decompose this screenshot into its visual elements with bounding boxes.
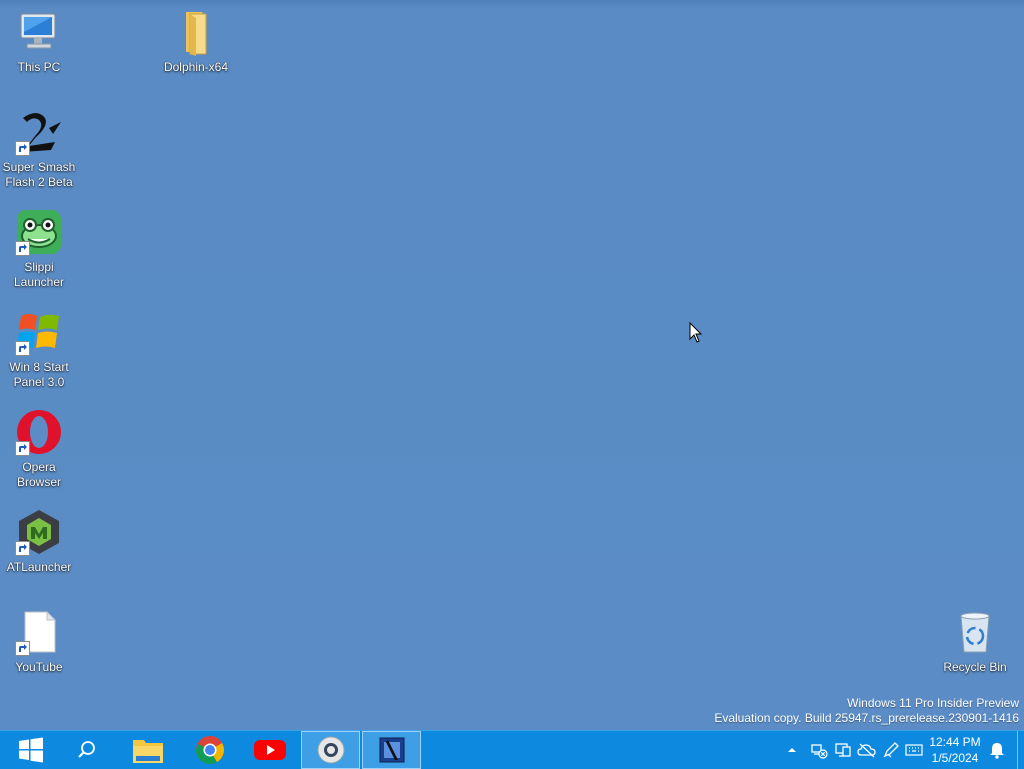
taskbar-youtube[interactable] — [240, 731, 300, 769]
desktop-icon-label: Opera Browser — [16, 460, 61, 489]
start-icon — [19, 737, 43, 763]
tray-pen[interactable] — [880, 731, 902, 769]
taskbar-chrome[interactable] — [180, 731, 240, 769]
shortcut-arrow-icon — [15, 641, 30, 656]
notification-button[interactable] — [986, 731, 1008, 769]
desktop-icon-dolphin[interactable]: Dolphin-x64 — [158, 8, 234, 75]
clock-time: 12:44 PM — [929, 735, 981, 749]
pen-icon — [883, 742, 899, 758]
watermark-build: Evaluation copy. Build 25947.rs_prerelea… — [714, 711, 1019, 725]
desktop-icon-label: YouTube — [15, 660, 63, 674]
show-desktop-button[interactable] — [1011, 731, 1024, 769]
notification-bell-icon — [990, 743, 1004, 759]
windows-logo-icon — [15, 308, 63, 356]
computer-icon — [15, 8, 63, 56]
tray-keyboard[interactable] — [903, 731, 925, 769]
display-icon — [835, 743, 851, 757]
ssf2-icon — [15, 108, 63, 156]
blank-file-icon — [15, 608, 63, 656]
desktop-icon-opera[interactable]: Opera Browser — [1, 408, 77, 490]
network-icon — [811, 744, 828, 759]
clock-date: 1/5/2024 — [931, 751, 979, 765]
taskbar-obs[interactable] — [301, 731, 360, 769]
obs-icon — [317, 736, 344, 764]
desktop-icon-slippi[interactable]: Slippi Launcher — [1, 208, 77, 290]
desktop-icon-label: Win 8 Start Panel 3.0 — [9, 360, 69, 389]
cloud-icon — [857, 743, 876, 758]
search-button[interactable] — [62, 731, 112, 769]
frog-icon — [15, 208, 63, 256]
taskbar-clock[interactable]: 12:44 PM 1/5/2024 — [924, 731, 986, 769]
shortcut-arrow-icon — [15, 241, 30, 256]
desktop-icon-youtube[interactable]: YouTube — [1, 608, 77, 675]
desktop-icon-label: Slippi Launcher — [13, 260, 65, 289]
desktop-icon-ssf2[interactable]: Super Smash Flash 2 Beta — [1, 108, 77, 190]
opera-icon — [15, 408, 63, 456]
desktop-icon-label: Super Smash Flash 2 Beta — [2, 160, 76, 189]
chrome-icon — [196, 736, 224, 764]
tray-cloud[interactable] — [856, 731, 878, 769]
shortcut-arrow-icon — [15, 541, 30, 556]
chevron-up-icon — [788, 748, 796, 752]
tray-display[interactable] — [832, 731, 854, 769]
shortcut-arrow-icon — [15, 341, 30, 356]
shortcut-arrow-icon — [15, 441, 30, 456]
tray-network[interactable] — [808, 731, 830, 769]
start-button[interactable] — [0, 731, 62, 769]
shortcut-arrow-icon — [15, 141, 30, 156]
video-editor-icon — [379, 737, 404, 763]
desktop-icon-win8-start[interactable]: Win 8 Start Panel 3.0 — [1, 308, 77, 390]
file-explorer-icon — [133, 740, 163, 763]
atlauncher-icon — [15, 508, 63, 556]
taskbar-video-editor[interactable] — [362, 731, 421, 769]
desktop-icon-label: Recycle Bin — [943, 660, 1007, 674]
desktop-icon-atlauncher[interactable]: ATLauncher — [1, 508, 77, 575]
youtube-icon — [254, 740, 286, 760]
folder-icon — [172, 8, 220, 56]
desktop-icon-label: ATLauncher — [6, 560, 72, 574]
desktop-icon-recycle-bin[interactable]: Recycle Bin — [937, 608, 1013, 675]
desktop-icon-label: Dolphin-x64 — [163, 60, 229, 74]
show-desktop-strip — [1017, 731, 1018, 769]
desktop-icon-label: This PC — [17, 60, 61, 74]
watermark-edition: Windows 11 Pro Insider Preview — [847, 696, 1019, 710]
desktop-icon-this-pc[interactable]: This PC — [1, 8, 77, 75]
taskbar: 12:44 PM 1/5/2024 — [0, 730, 1024, 769]
mouse-cursor-icon — [689, 321, 703, 348]
taskbar-file-explorer[interactable] — [118, 731, 178, 769]
keyboard-icon — [905, 744, 923, 756]
search-icon — [78, 741, 95, 758]
evaluation-watermark: Windows 11 Pro Insider Preview Evaluatio… — [714, 696, 1019, 726]
tray-overflow-button[interactable] — [782, 731, 802, 769]
recycle-bin-icon — [951, 608, 999, 656]
